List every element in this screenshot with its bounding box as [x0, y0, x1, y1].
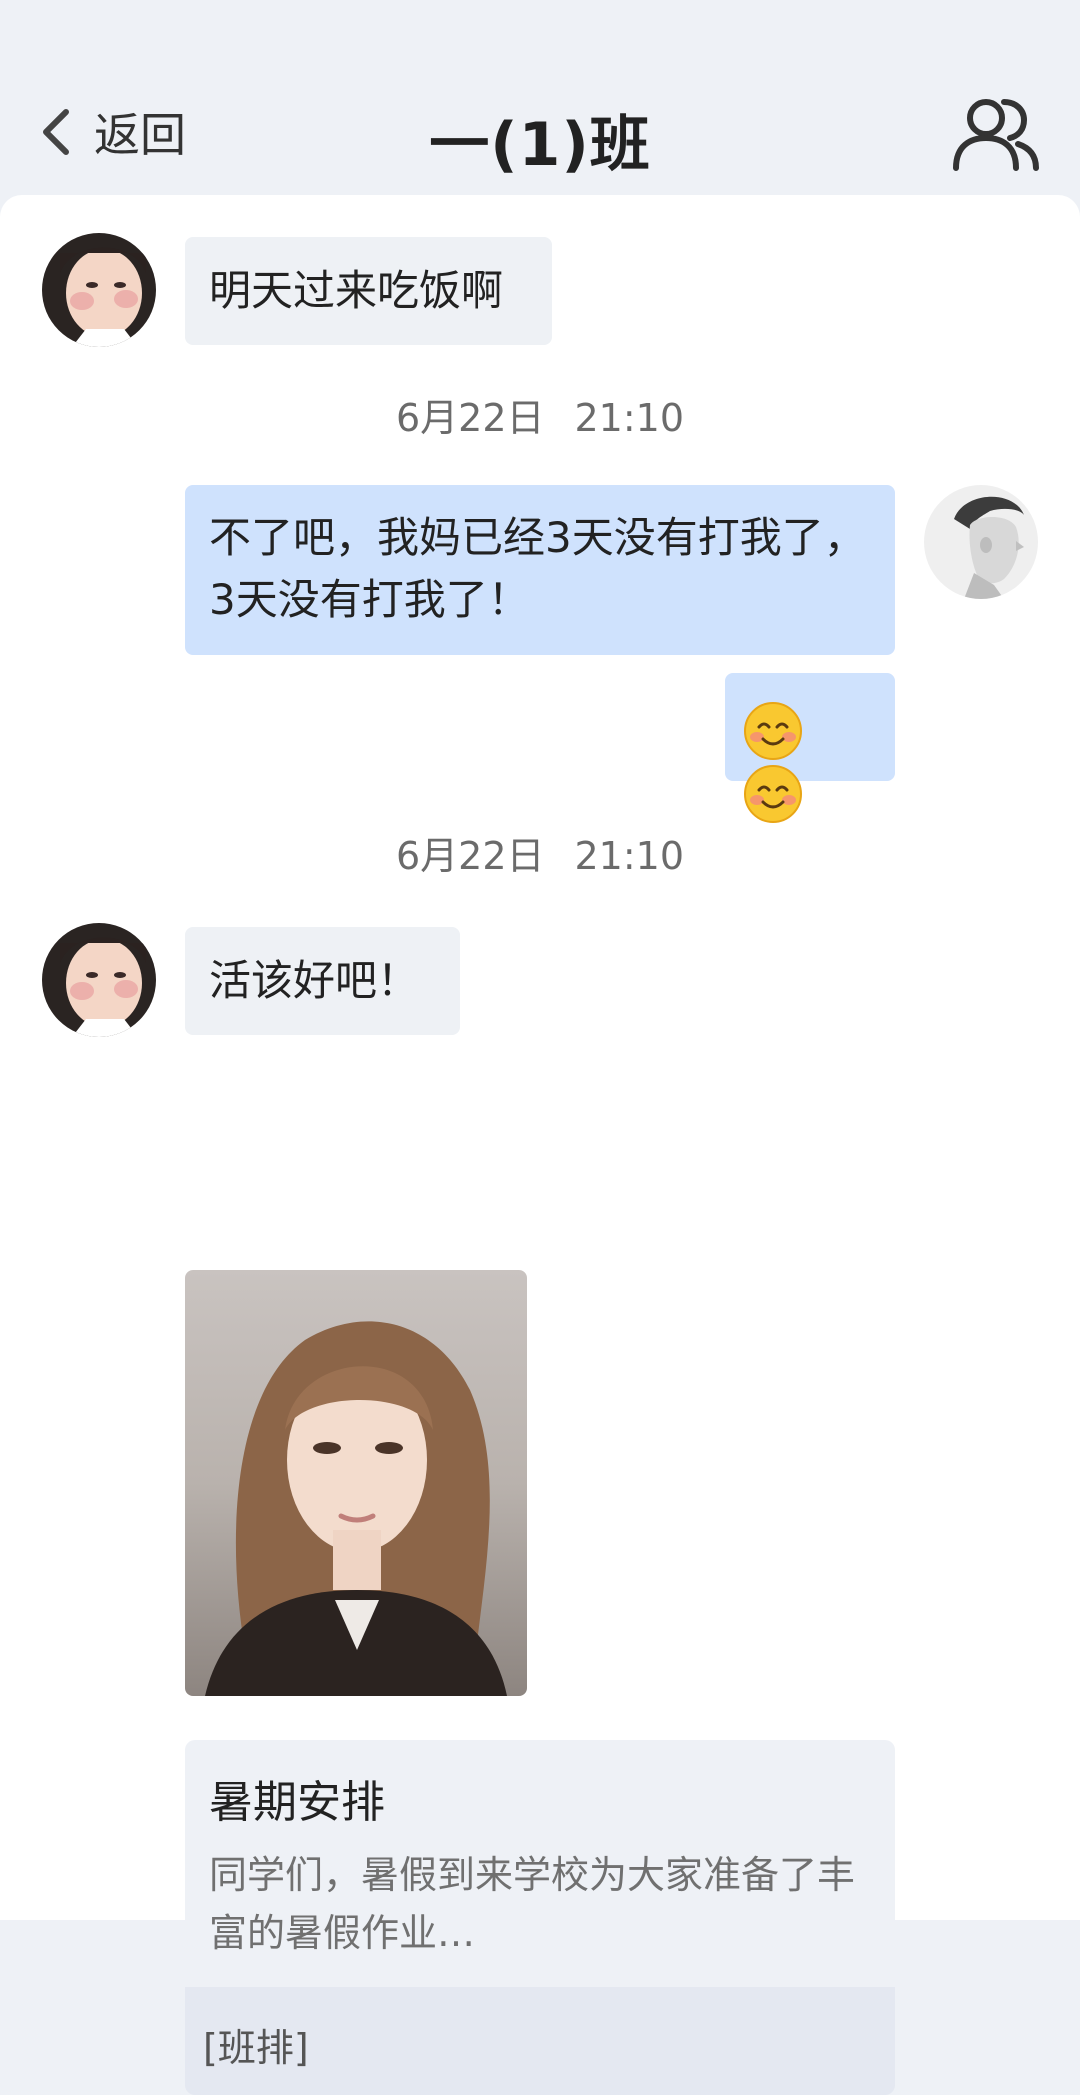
avatar[interactable] — [42, 923, 156, 1037]
timestamp-time: 21:10 — [574, 396, 685, 440]
group-members-icon[interactable] — [950, 94, 1042, 174]
image-message[interactable] — [185, 1270, 527, 1696]
timestamp-time: 21:10 — [574, 834, 685, 878]
timestamp: 6月22日 21:10 — [0, 387, 1080, 442]
message-bubble[interactable]: 不了吧，我妈已经3天没有打我了，3天没有打我了！ — [185, 485, 895, 655]
timestamp-date: 6月22日 — [395, 396, 545, 440]
message-bubble[interactable]: 活该好吧！ — [185, 927, 460, 1035]
message-bubble[interactable]: 明天过来吃饭啊 — [185, 237, 552, 345]
smiling-face-icon — [744, 765, 802, 823]
message-bubble[interactable] — [725, 673, 895, 823]
timestamp-date: 6月22日 — [395, 834, 545, 878]
smiling-face-icon — [744, 701, 802, 760]
timestamp: 6月22日 21:10 — [0, 825, 1080, 880]
chat-panel[interactable]: 明天过来吃饭啊 6月22日 21:10 不了吧，我妈已经3天没有打我了，3天没有打… — [0, 195, 1080, 2095]
card-text: 同学们，暑假到来学校为大家准备了丰富的暑假作业… — [209, 1853, 856, 1955]
message-text: 活该好吧！ — [209, 956, 420, 1005]
top-bar: 返回 一(1)班 — [0, 0, 1080, 195]
card-title: 暑期安排 — [209, 1777, 385, 1828]
avatar[interactable] — [924, 485, 1038, 599]
page-title: 一(1)班 — [429, 110, 651, 180]
card-footer: [班排] — [185, 1987, 895, 2095]
avatar[interactable] — [42, 233, 156, 347]
message-text: 明天过来吃饭啊 — [209, 266, 504, 315]
card-tag: [班排] — [203, 2026, 309, 2070]
announcement-card[interactable]: 暑期安排 同学们，暑假到来学校为大家准备了丰富的暑假作业… [班排] — [185, 1740, 895, 2095]
message-text: 不了吧，我妈已经3天没有打我了，3天没有打我了！ — [209, 513, 866, 624]
